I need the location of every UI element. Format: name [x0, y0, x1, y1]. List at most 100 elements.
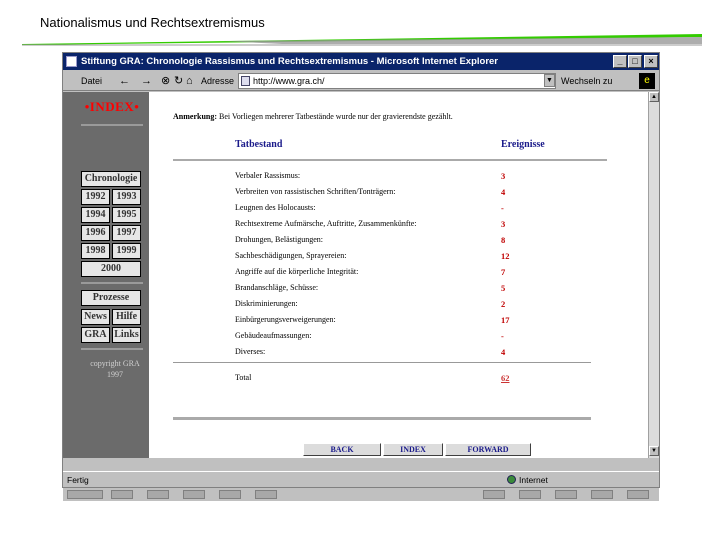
total-rule [173, 362, 591, 363]
table-row-value: 8 [501, 235, 506, 245]
table-row: Verbaler Rassismus: [235, 171, 301, 180]
table-row-value: 5 [501, 283, 506, 293]
prozesse-button[interactable]: Prozesse [81, 290, 141, 306]
window-title: Stiftung GRA: Chronologie Rassismus und … [81, 56, 499, 67]
divider [81, 124, 143, 126]
window-titlebar: Stiftung GRA: Chronologie Rassismus und … [63, 53, 659, 70]
column-header-ereignisse: Ereignisse [501, 139, 545, 150]
news-button[interactable]: News [81, 309, 110, 325]
decorative-rule [22, 34, 702, 46]
table-row-value: 12 [501, 251, 510, 261]
index-logo[interactable]: •INDEX• [83, 98, 141, 116]
maximize-button[interactable]: □ [628, 55, 642, 68]
browser-toolbar: Datei ← → ⊗ ↻ ⌂ Adresse http://www.gra.c… [63, 71, 659, 91]
note: Anmerkung: Bei Vorliegen mehrerer Tatbes… [173, 112, 453, 121]
table-row: Gebäudeaufmassungen: [235, 331, 312, 340]
home-icon[interactable]: ⌂ [186, 73, 193, 89]
table-row: Einbürgerungsverweigerungen: [235, 315, 336, 324]
page-navigation: BACK INDEX FORWARD [303, 443, 531, 457]
ie-logo-icon: e [639, 73, 655, 89]
scroll-up-icon[interactable]: ▲ [649, 92, 659, 102]
status-text: Fertig [67, 475, 89, 485]
taskbar-item[interactable] [555, 490, 577, 499]
gra-button[interactable]: GRA [81, 327, 110, 343]
table-row-value: 4 [501, 187, 506, 197]
start-button[interactable] [67, 490, 103, 499]
forward-button[interactable]: FORWARD [445, 443, 531, 456]
hilfe-button[interactable]: Hilfe [112, 309, 141, 325]
year-1994-button[interactable]: 1994 [81, 207, 110, 223]
index-button[interactable]: INDEX [383, 443, 443, 456]
taskbar-item[interactable] [255, 490, 277, 499]
table-row: Rechtsextreme Aufmärsche, Auftritte, Zus… [235, 219, 417, 228]
taskbar-item[interactable] [519, 490, 541, 499]
links-button[interactable]: Links [112, 327, 141, 343]
taskbar-item[interactable] [147, 490, 169, 499]
table-row-value: 4 [501, 347, 506, 357]
taskbar-item[interactable] [591, 490, 613, 499]
address-input[interactable]: http://www.gra.ch/ [238, 73, 556, 89]
refresh-icon[interactable]: ↻ [174, 73, 183, 89]
year-1998-button[interactable]: 1998 [81, 243, 110, 259]
table-row: Diskriminierungen: [235, 299, 298, 308]
taskbar-item[interactable] [219, 490, 241, 499]
taskbar-item[interactable] [183, 490, 205, 499]
note-text: Bei Vorliegen mehrerer Tatbestände wurde… [219, 112, 453, 121]
sidebar: •INDEX• Chronologie 1992 1993 1994 1995 … [63, 92, 149, 458]
ie-page-icon [66, 56, 77, 67]
year-1996-button[interactable]: 1996 [81, 225, 110, 241]
table-row: Diverses: [235, 347, 266, 356]
scroll-down-icon[interactable]: ▼ [649, 446, 659, 456]
divider [81, 348, 143, 350]
chronologie-button[interactable]: Chronologie [81, 171, 141, 187]
taskbar-item[interactable] [483, 490, 505, 499]
address-label: Adresse [201, 76, 235, 86]
close-button[interactable]: × [644, 55, 658, 68]
file-menu[interactable]: Datei [81, 73, 102, 89]
header-rule [173, 159, 607, 161]
vertical-scrollbar[interactable]: ▲ ▼ [648, 92, 659, 458]
table-row-value: - [501, 203, 504, 213]
table-row: Brandanschläge, Schüsse: [235, 283, 319, 292]
security-zone: Internet [507, 474, 548, 486]
taskbar-item[interactable] [111, 490, 133, 499]
address-value: http://www.gra.ch/ [253, 76, 325, 86]
back-button[interactable]: BACK [303, 443, 381, 456]
chevron-down-icon[interactable]: ▼ [544, 74, 555, 87]
system-tray[interactable] [627, 490, 649, 499]
table-row-value: - [501, 331, 504, 341]
divider [81, 282, 143, 284]
copyright-year: 1997 [107, 370, 123, 379]
year-1993-button[interactable]: 1993 [112, 189, 141, 205]
globe-icon [507, 475, 516, 484]
forward-arrow-icon[interactable]: → [141, 73, 152, 89]
statistics-page: Anmerkung: Bei Vorliegen mehrerer Tatbes… [149, 92, 648, 458]
note-label: Anmerkung: [173, 112, 218, 121]
year-1995-button[interactable]: 1995 [112, 207, 141, 223]
table-row-value: 7 [501, 267, 506, 277]
table-row-value: 17 [501, 315, 510, 325]
copyright: copyright GRA 1997 [83, 358, 147, 380]
table-row: Verbreiten von rassistischen Schriften/T… [235, 187, 396, 196]
slide-title: Nationalismus und Rechtsextremismus [40, 15, 265, 30]
status-bar: Fertig Internet [63, 471, 659, 487]
go-button[interactable]: Wechseln zu [561, 74, 612, 88]
footer-rule [173, 417, 591, 420]
table-row-value: 3 [501, 219, 506, 229]
page-icon [241, 76, 250, 86]
table-row: Drohungen, Belästigungen: [235, 235, 323, 244]
page-content: •INDEX• Chronologie 1992 1993 1994 1995 … [63, 92, 648, 458]
stop-icon[interactable]: ⊗ [161, 73, 170, 89]
copyright-line: copyright GRA [90, 359, 140, 368]
column-header-tatbestand: Tatbestand [235, 139, 283, 150]
table-row: Leugnen des Holocausts: [235, 203, 316, 212]
year-2000-button[interactable]: 2000 [81, 261, 141, 277]
back-arrow-icon[interactable]: ← [119, 73, 130, 89]
minimize-button[interactable]: _ [613, 55, 627, 68]
total-value-link[interactable]: 62 [501, 373, 510, 383]
total-label: Total [235, 373, 252, 382]
year-1992-button[interactable]: 1992 [81, 189, 110, 205]
browser-window: Stiftung GRA: Chronologie Rassismus und … [62, 52, 660, 501]
year-1997-button[interactable]: 1997 [112, 225, 141, 241]
year-1999-button[interactable]: 1999 [112, 243, 141, 259]
